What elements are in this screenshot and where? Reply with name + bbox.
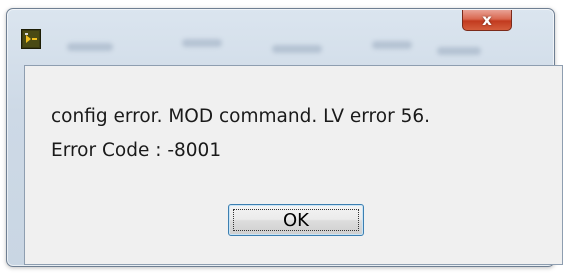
close-button[interactable]: x [462,10,512,31]
ok-button[interactable]: OK [228,204,364,236]
glass-blur [372,41,412,49]
dialog-content: config error. MOD command. LV error 56. … [24,65,563,265]
error-code-line: Error Code : -8001 [51,140,222,161]
glass-blur [437,47,481,55]
glass-blur [272,45,322,53]
error-message: config error. MOD command. LV error 56. … [51,100,430,168]
error-message-line: config error. MOD command. LV error 56. [51,106,430,127]
close-icon: x [482,10,492,29]
labview-vi-icon[interactable] [21,29,41,49]
error-dialog-window: x config error. MOD command. LV error 56… [6,8,563,267]
glass-blur [67,43,113,51]
glass-blur [182,39,222,47]
focus-ring [233,209,359,231]
